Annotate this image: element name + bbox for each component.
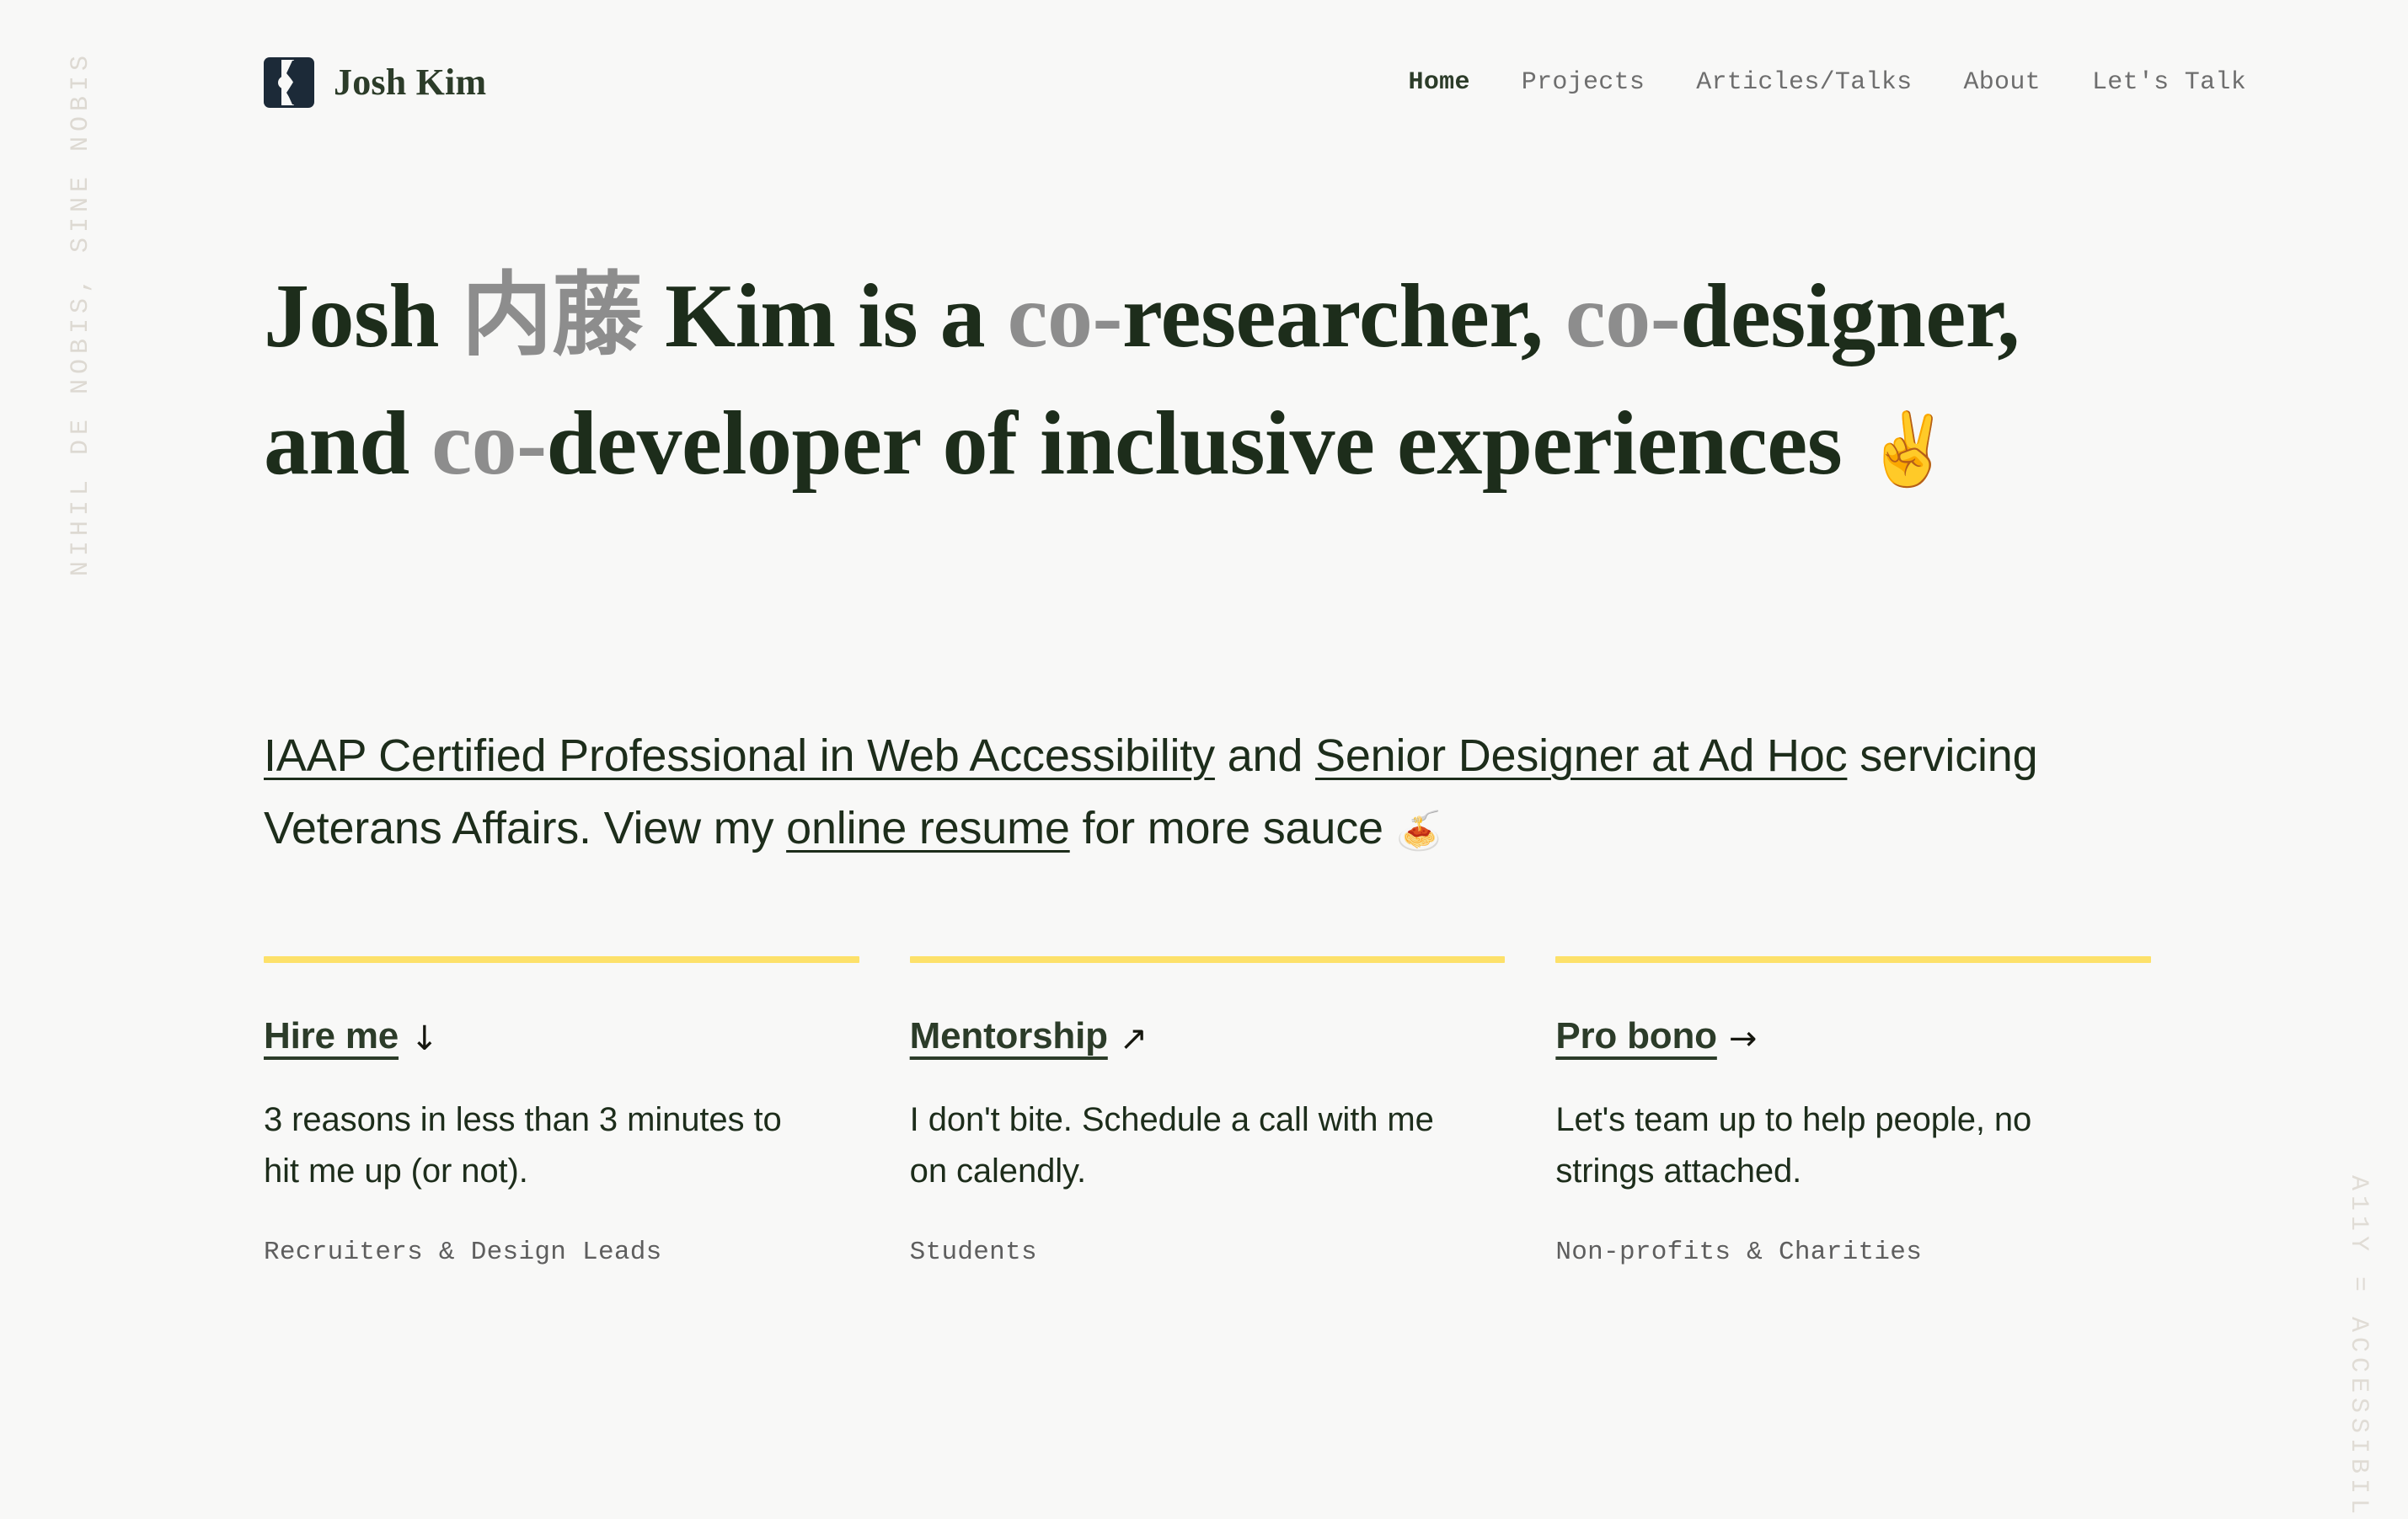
josh-kim-logomark-icon <box>264 57 314 108</box>
card-mentorship-audience: Students <box>909 1237 1037 1267</box>
hero-subtitle: IAAP Certified Professional in Web Acces… <box>264 719 2109 865</box>
card-pro-bono-body: Let's team up to help people, no strings… <box>1555 1101 2032 1190</box>
card-pro-bono: Pro bono → Let's team up to help people,… <box>1555 956 2152 1267</box>
subtitle-mid-1: and <box>1214 730 1316 781</box>
title-co-prefix-2: co- <box>1565 266 1681 366</box>
brand-home-link[interactable]: Josh Kim <box>264 57 486 108</box>
title-part-5: developer of inclusive experiences <box>546 393 1865 495</box>
brand-name: Josh Kim <box>334 62 487 103</box>
card-hire-me: Hire me ↓ 3 reasons in less than 3 minut… <box>264 956 859 1267</box>
card-hire-me-link[interactable]: Hire me ↓ <box>264 1015 439 1057</box>
nav-item-projects[interactable]: Projects <box>1522 60 1645 105</box>
card-mentorship-label: Mentorship <box>909 1015 1108 1056</box>
card-accent-rule <box>264 956 859 963</box>
link-online-resume[interactable]: online resume <box>786 803 1070 853</box>
link-senior-designer-ad-hoc[interactable]: Senior Designer at Ad Hoc <box>1315 730 1848 781</box>
spaghetti-emoji-icon: 🍝 <box>1395 810 1442 853</box>
card-hire-me-label: Hire me <box>264 1015 399 1056</box>
nav-item-about[interactable]: About <box>1963 60 2041 105</box>
card-hire-me-audience: Recruiters & Design Leads <box>264 1237 662 1267</box>
side-rail-right-a11y: A11Y = ACCESSIBIL <box>2344 1175 2373 1519</box>
card-accent-rule <box>1555 956 2152 963</box>
cta-cards: Hire me ↓ 3 reasons in less than 3 minut… <box>264 956 2152 1267</box>
card-pro-bono-audience: Non-profits & Charities <box>1555 1237 1923 1267</box>
site-header: Josh Kim Home Projects Articles/Talks Ab… <box>0 0 2408 165</box>
title-part-2: Kim is a <box>642 266 1008 366</box>
victory-hand-emoji-icon: ✌️ <box>1864 408 1953 491</box>
title-co-prefix-1: co- <box>1007 266 1123 366</box>
card-mentorship-link[interactable]: Mentorship ↗ <box>910 1015 1148 1057</box>
title-co-prefix-3: co- <box>431 393 547 495</box>
title-japanese-name: 内藤 <box>461 266 644 366</box>
arrow-right-icon: → <box>1728 1019 1758 1058</box>
title-part-1: Josh <box>264 266 462 366</box>
card-pro-bono-link[interactable]: Pro bono → <box>1555 1015 1757 1057</box>
title-part-3: researcher, <box>1122 266 1565 366</box>
card-hire-me-body: 3 reasons in less than 3 minutes to hit … <box>264 1101 782 1190</box>
hero-section: Josh 内藤 Kim is a co-researcher, co-desig… <box>264 253 2151 853</box>
nav-item-articles-talks[interactable]: Articles/Talks <box>1696 60 1912 105</box>
card-pro-bono-label: Pro bono <box>1555 1015 1717 1056</box>
nav-item-lets-talk[interactable]: Let's Talk <box>2092 60 2246 105</box>
arrow-up-right-icon: ↗ <box>1119 1019 1148 1058</box>
page-title: Josh 内藤 Kim is a co-researcher, co-desig… <box>264 253 2151 507</box>
nav-item-home[interactable]: Home <box>1409 60 1470 105</box>
card-mentorship: Mentorship ↗ I don't bite. Schedule a ca… <box>909 956 1506 1267</box>
card-accent-rule <box>909 956 1506 963</box>
arrow-down-icon: ↓ <box>410 1019 439 1058</box>
link-iaap-certification[interactable]: IAAP Certified Professional in Web Acces… <box>264 730 1215 781</box>
subtitle-mid-3: for more sauce <box>1069 803 1396 854</box>
card-mentorship-body: I don't bite. Schedule a call with me on… <box>909 1101 1434 1190</box>
primary-nav: Home Projects Articles/Talks About Let's… <box>1409 60 2246 105</box>
